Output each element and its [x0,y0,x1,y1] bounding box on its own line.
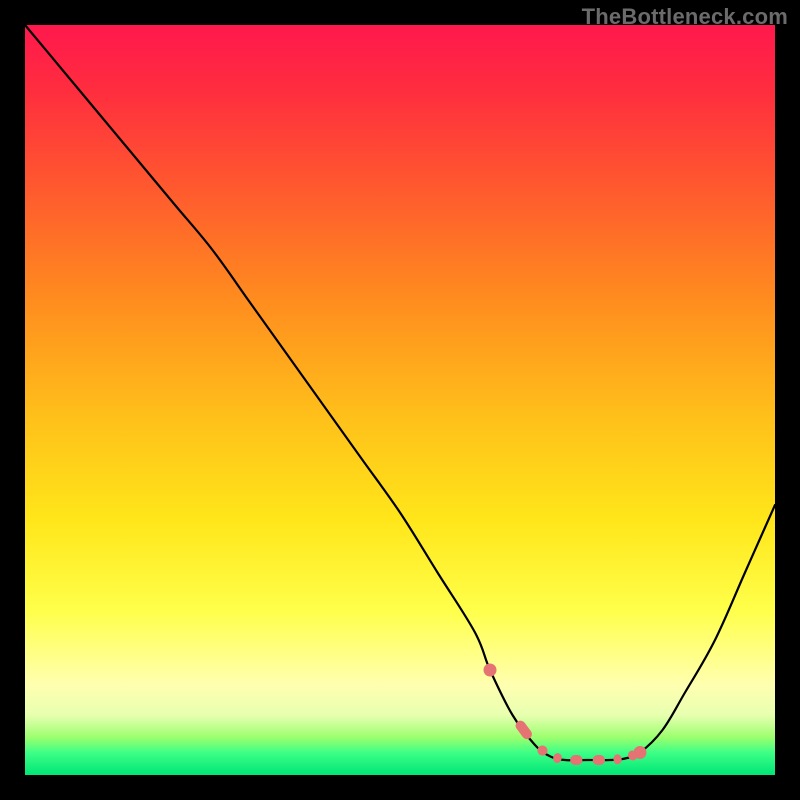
marker-dash [613,754,622,765]
plot-area [25,25,775,775]
marker-group [484,664,647,766]
bottleneck-curve [25,25,775,760]
chart-frame: TheBottleneck.com [0,0,800,800]
marker-dash [570,755,582,765]
marker-dot [484,664,497,677]
chart-svg [25,25,775,775]
watermark-text: TheBottleneck.com [582,4,788,30]
marker-dash [552,752,563,764]
marker-dash [593,755,605,765]
